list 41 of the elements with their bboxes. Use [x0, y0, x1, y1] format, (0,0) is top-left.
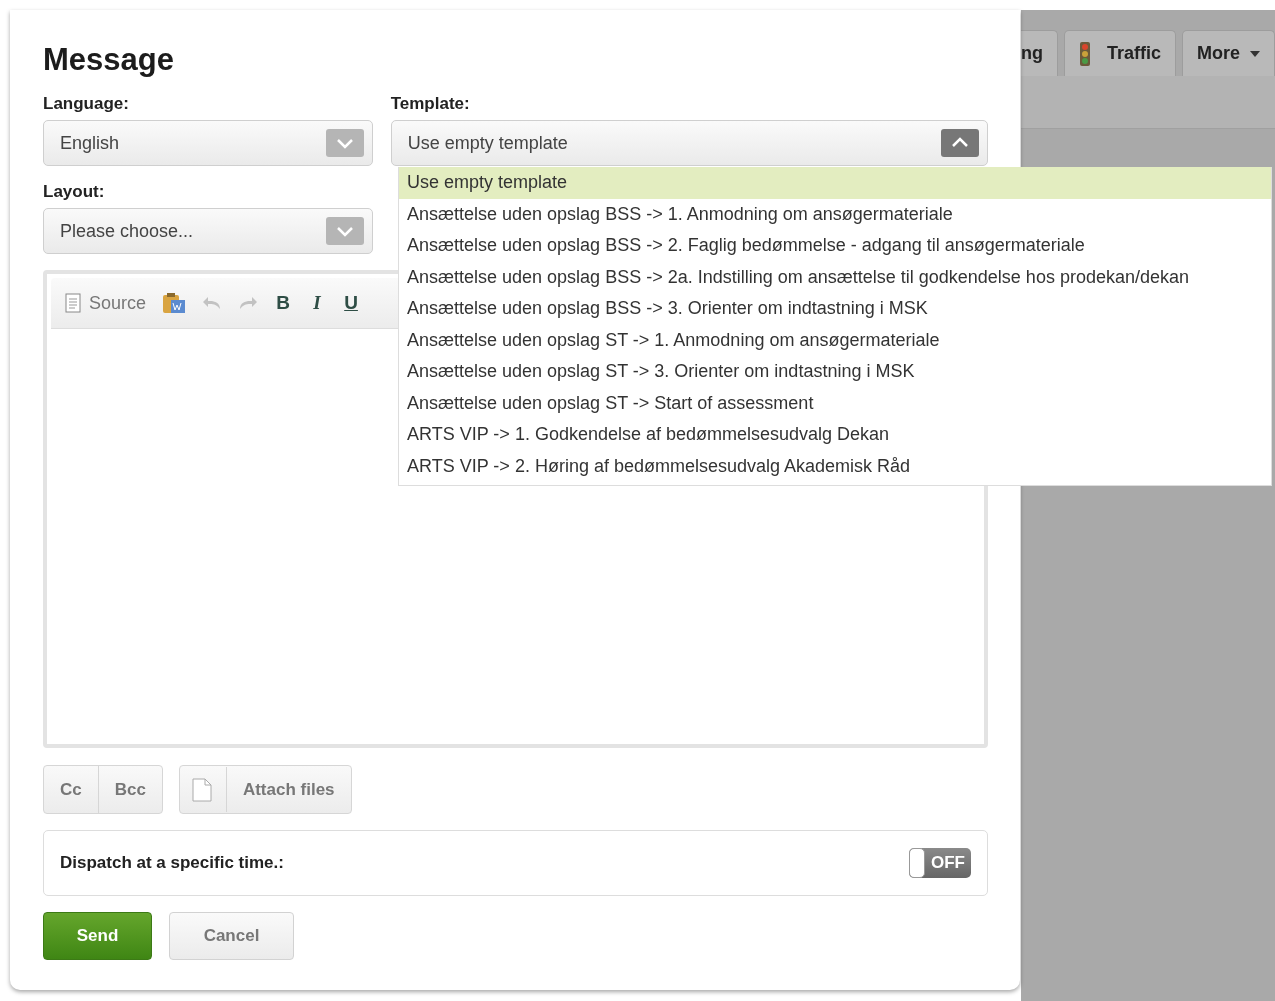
send-button[interactable]: Send — [43, 912, 152, 960]
recipient-button[interactable]: Cc — [44, 766, 98, 813]
dispatch-toggle[interactable]: OFF — [909, 848, 971, 878]
nav-tab[interactable]: ng — [1021, 30, 1058, 76]
file-icon — [191, 777, 212, 802]
redo-icon[interactable] — [238, 295, 259, 311]
field-label: Layout: — [43, 182, 106, 202]
language-select[interactable]: English — [43, 120, 373, 166]
dialog-title: Message — [43, 42, 175, 78]
chevron-up-icon — [941, 129, 979, 157]
caret-icon — [1250, 50, 1261, 57]
template-option[interactable]: Use empty template — [399, 167, 1271, 199]
chevron-down-icon — [325, 129, 364, 157]
nav-tab[interactable]: More — [1182, 30, 1275, 76]
dispatch-label: Dispatch at a specific time.: — [60, 853, 284, 873]
template-option[interactable]: Ansættelse uden opslag ST -> Start of assessment — [399, 387, 1271, 419]
template-option[interactable]: Ansættelse uden opslag ST -> 3. Orienter om indtastning i MSK — [399, 356, 1271, 388]
field-label: Language: — [43, 94, 130, 114]
document-icon — [65, 293, 81, 313]
field-label: Template: — [390, 94, 471, 114]
source-button[interactable]: Source — [65, 292, 147, 314]
template-option[interactable]: Ansættelse uden opslag BSS -> 2. Faglig bedømmelse - adgang til ansøgermateriale — [399, 230, 1271, 262]
attach-files-button[interactable]: Attach files — [179, 766, 351, 813]
italic-button[interactable]: I — [308, 292, 327, 314]
layout-select[interactable]: Please choose... — [43, 208, 373, 254]
paste-from-word-icon[interactable] — [162, 292, 187, 314]
template-option[interactable]: Ansættelse uden opslag BSS -> 3. Orienter om indtastning i MSK — [399, 293, 1271, 325]
traffic-light-icon — [1079, 41, 1091, 66]
template-option[interactable]: ARTS VIP -> 1. Godkendelse af bedømmelsesudvalg Dekan — [399, 419, 1271, 451]
template-option[interactable]: Ansættelse uden opslag BSS -> 1. Anmodning om ansøgermateriale — [399, 198, 1271, 230]
recipient-button[interactable]: Bcc — [97, 766, 162, 813]
template-option[interactable]: Ansættelse uden opslag BSS -> 2a. Indstilling om ansættelse til godkendelse hos prodekan/dekan — [399, 261, 1271, 293]
cancel-button[interactable]: Cancel — [169, 912, 294, 960]
underline-button[interactable]: U — [342, 292, 361, 314]
template-option[interactable]: Ansættelse uden opslag ST -> 1. Anmodning om ansøgermateriale — [399, 324, 1271, 356]
template-select[interactable]: Use empty template — [390, 120, 988, 166]
chevron-down-icon — [326, 217, 364, 245]
nav-tab[interactable]: Traffic — [1064, 30, 1177, 76]
bold-button[interactable]: B — [274, 292, 293, 314]
template-option[interactable]: ARTS VIP -> 2. Høring af bedømmelsesudvalg Akademisk Råd — [399, 450, 1271, 482]
undo-icon[interactable] — [202, 295, 223, 311]
